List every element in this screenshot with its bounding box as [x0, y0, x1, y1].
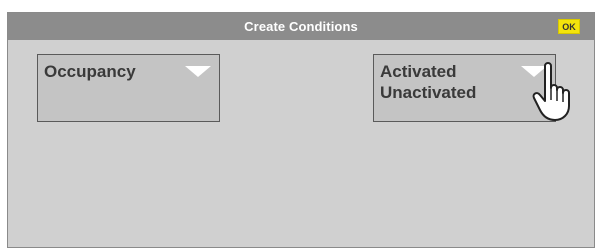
occupancy-dropdown[interactable]: Occupancy [37, 54, 220, 122]
activation-options-list: Activated Unactivated [380, 61, 476, 103]
hand-pointer-icon [532, 62, 570, 121]
dropdown-arrow-icon[interactable] [185, 66, 211, 77]
occupancy-label-text: Occupancy [44, 62, 136, 81]
title-bar: Create Conditions OK [8, 13, 594, 40]
option-activated[interactable]: Activated [380, 61, 476, 82]
ok-button[interactable]: OK [558, 19, 580, 34]
activation-state-dropdown[interactable]: Activated Unactivated [373, 54, 556, 122]
create-conditions-screen: Create Conditions OK Occupancy Activated… [7, 12, 595, 248]
occupancy-dropdown-label: Occupancy [44, 61, 136, 82]
screen-title: Create Conditions [244, 19, 358, 34]
option-unactivated[interactable]: Unactivated [380, 82, 476, 103]
